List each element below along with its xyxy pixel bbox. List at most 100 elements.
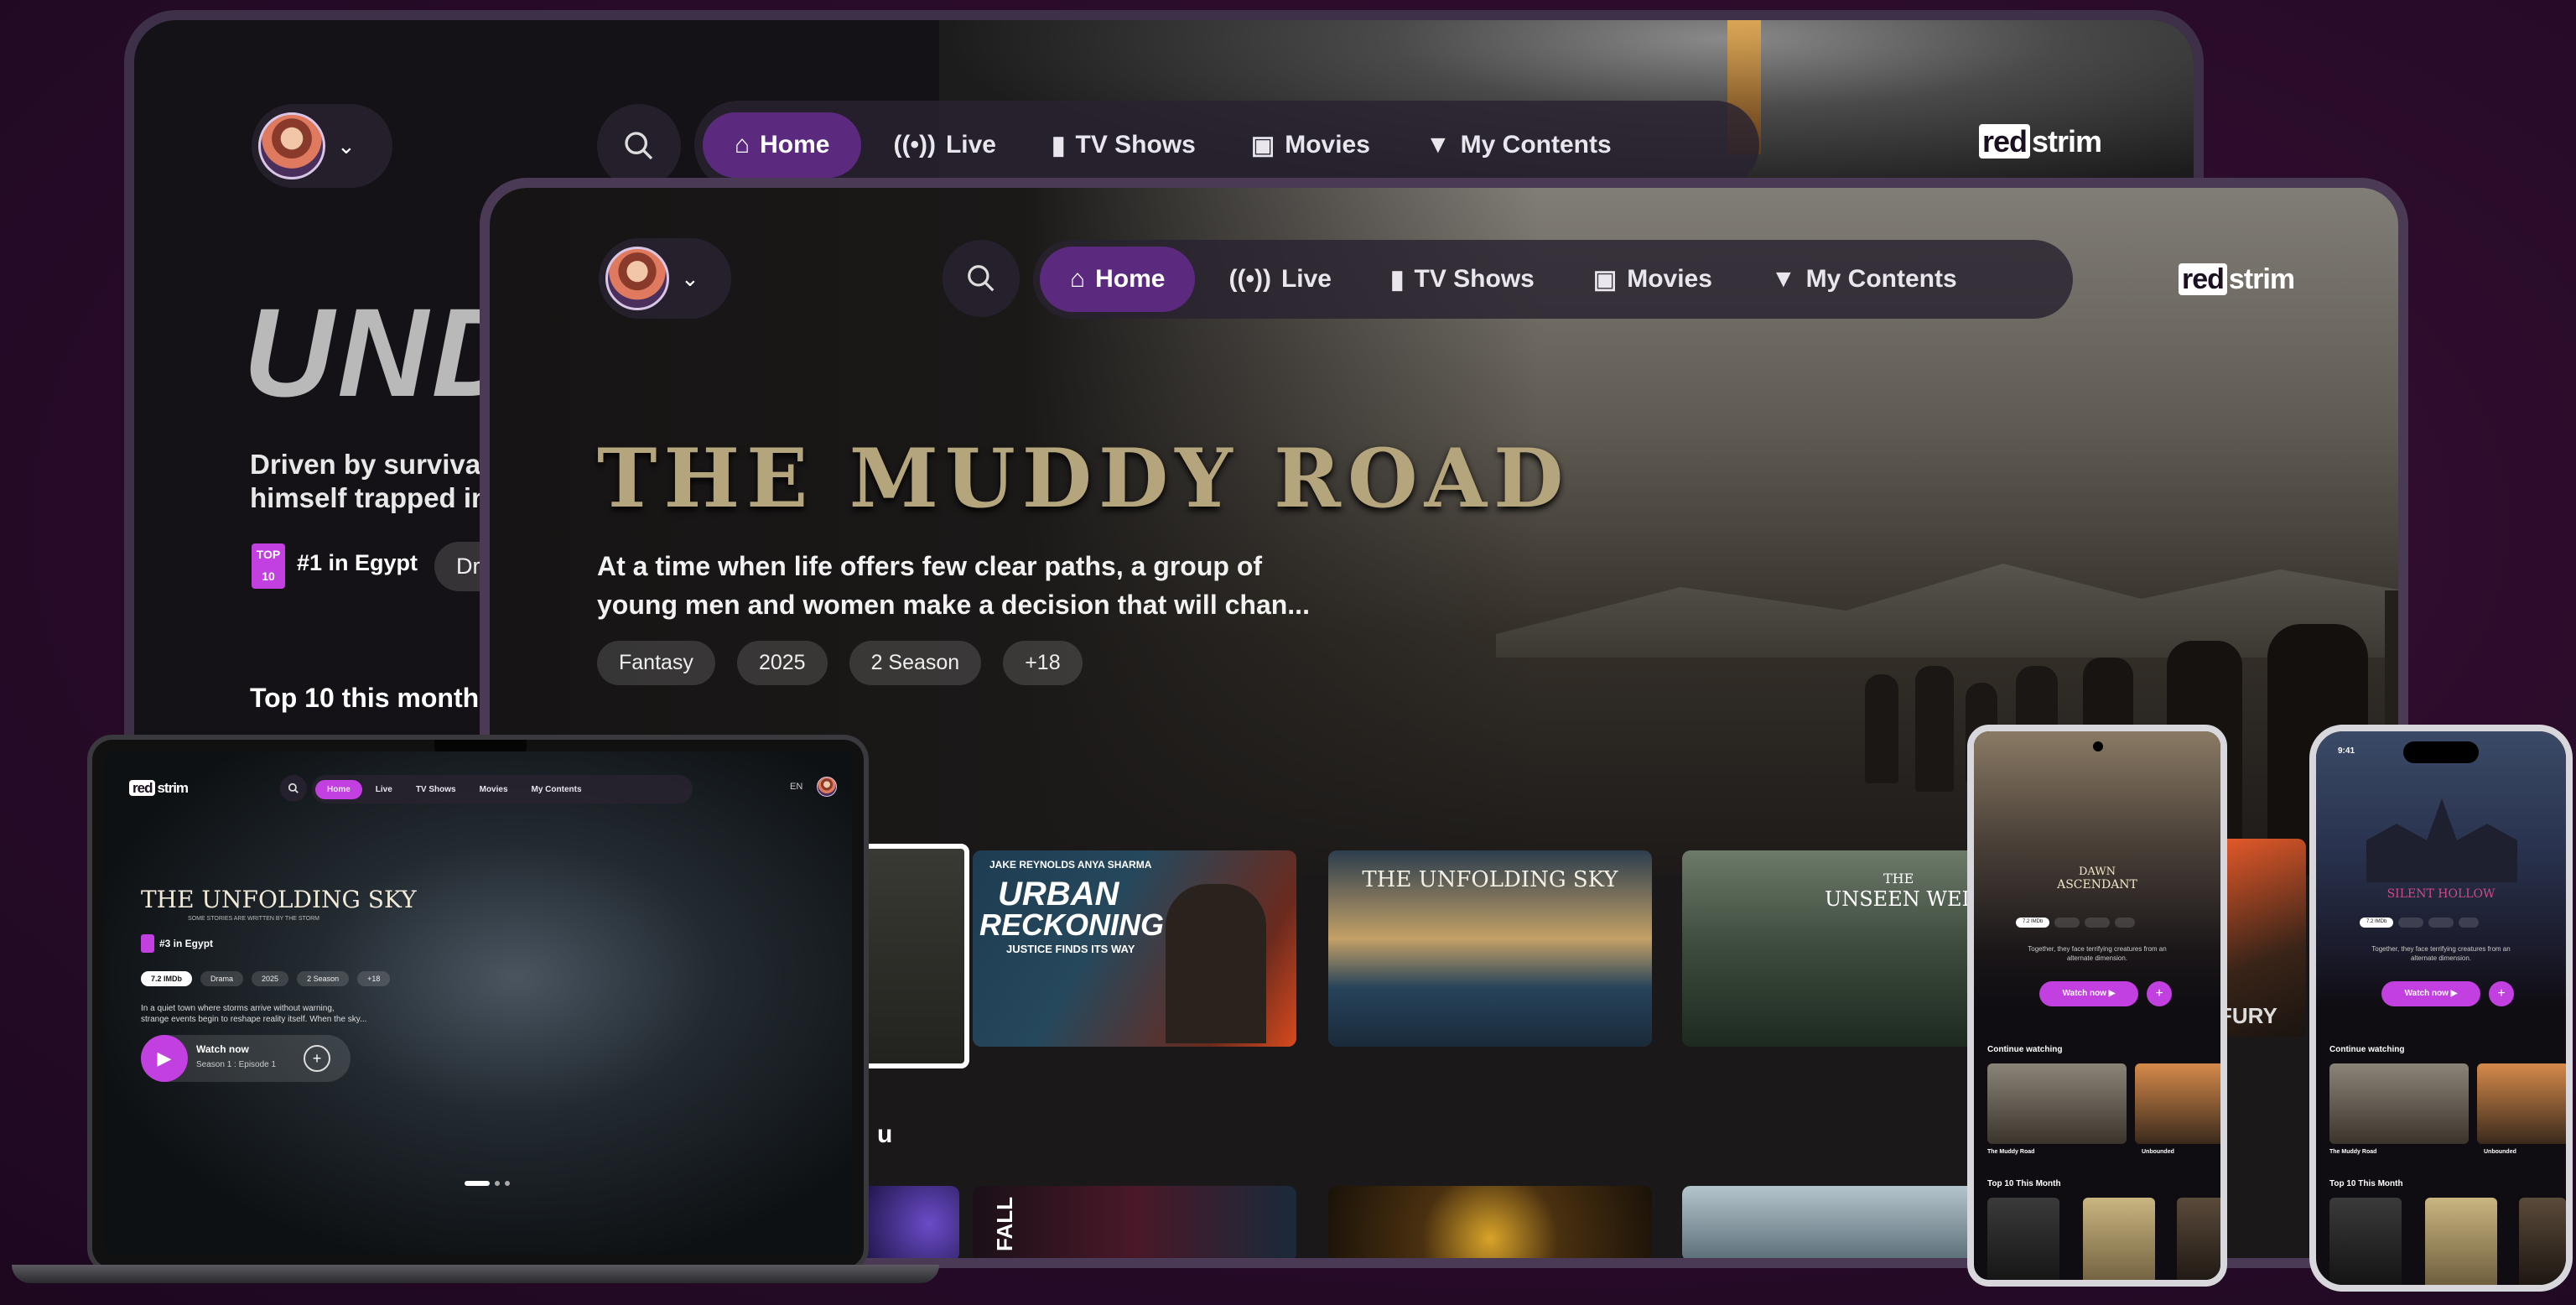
tab-movies[interactable]: ▣ Movies xyxy=(1228,112,1394,179)
search-icon xyxy=(625,132,653,160)
phone-android: DAWN ASCENDANT 7.2 IMDb Together, they fa… xyxy=(1967,725,2227,1287)
hero-tags: 7.2 IMDb xyxy=(2016,918,2136,928)
tab-home[interactable]: ⌂ Home xyxy=(703,112,862,178)
add-to-list-button[interactable]: + xyxy=(2489,981,2514,1006)
tab-live[interactable]: Live xyxy=(366,780,402,799)
section-title: Top 10 This Month xyxy=(2329,1179,2403,1188)
watch-now-button[interactable]: Watch now ▶ xyxy=(2381,981,2480,1006)
add-to-list-button[interactable]: + xyxy=(2147,981,2172,1006)
poster-card[interactable] xyxy=(1328,1186,1652,1258)
continue-card[interactable] xyxy=(1987,1063,2127,1144)
brand-logo: red strim xyxy=(1979,124,2102,159)
back-main-nav: ⌂ Home ((•)) Live ▮ TV Shows ▣ Movies ▼ My Co… xyxy=(694,101,1759,190)
avatar[interactable] xyxy=(817,777,837,797)
poster-card[interactable]: JAKE REYNOLDS ANYA SHARMA URBAN RECKONIN… xyxy=(973,850,1296,1047)
poster-title: RECKONING xyxy=(979,907,1165,942)
dot[interactable] xyxy=(495,1181,500,1186)
top10-card[interactable] xyxy=(2083,1198,2155,1280)
poster-title: FALL xyxy=(992,1197,1017,1251)
home-icon: ⌂ xyxy=(1070,265,1086,293)
poster-card-focused[interactable] xyxy=(859,844,969,1068)
tab-my-contents[interactable]: ▼ My Contents xyxy=(1746,247,1982,312)
poster-card[interactable] xyxy=(859,1186,959,1258)
dot-active[interactable] xyxy=(465,1181,490,1186)
carousel-dots[interactable] xyxy=(465,1181,510,1186)
rank-label: #3 in Egypt xyxy=(159,938,214,949)
search-button[interactable] xyxy=(597,104,681,188)
profile-switcher[interactable]: ⌄ xyxy=(252,104,392,188)
tag-chip xyxy=(2459,918,2480,928)
tab-tv-shows[interactable]: ▮ TV Shows xyxy=(1365,247,1560,313)
poster-card[interactable]: THE UNSEEN WEIGH xyxy=(1682,850,2006,1047)
tab-movies[interactable]: Movies xyxy=(470,780,518,799)
poster-credits: JAKE REYNOLDS ANYA SHARMA xyxy=(989,859,1152,871)
rating-chip: 7.2 IMDb xyxy=(2360,918,2394,928)
poster-card[interactable]: FALL xyxy=(973,1186,1296,1258)
live-icon: ((•)) xyxy=(1228,265,1271,293)
tab-home[interactable]: Home xyxy=(315,779,362,799)
tab-live[interactable]: ((•)) Live xyxy=(1203,247,1357,312)
tab-live[interactable]: ((•)) Live xyxy=(870,112,1020,178)
profile-switcher[interactable]: ⌄ xyxy=(599,238,731,319)
avatar xyxy=(605,247,669,310)
hero-title: THE UNFOLDING SKY xyxy=(141,886,417,913)
poster-card[interactable]: THE UNFOLDING SKY xyxy=(1328,850,1652,1047)
tab-home[interactable]: ⌂ Home xyxy=(1040,247,1196,312)
tv-icon: ▮ xyxy=(1051,131,1066,159)
rating-chip: 7.2 IMDb xyxy=(141,971,193,986)
continue-card[interactable] xyxy=(2477,1063,2566,1144)
hero-description: Together, they face terrifying creatures… xyxy=(2028,945,2167,962)
laptop: red strim Home Live TV Shows Movies My Co… xyxy=(87,735,869,1273)
hero-description: In a quiet town where storms arrive with… xyxy=(141,1004,367,1024)
back-hero-desc: Driven by survival a himself trapped in a xyxy=(250,449,512,513)
hero-title: THE MUDDY ROAD xyxy=(597,431,1571,526)
tab-my-contents[interactable]: My Contents xyxy=(522,780,592,799)
top10-card[interactable] xyxy=(2177,1198,2220,1280)
language-switcher[interactable]: EN xyxy=(790,782,802,792)
tag-chip xyxy=(2398,918,2424,928)
search-button[interactable] xyxy=(943,240,1020,317)
tag-chip: 2 Season xyxy=(849,641,982,685)
tab-tv-shows[interactable]: TV Shows xyxy=(406,780,466,799)
section-title: Top 10 this month xyxy=(250,683,480,713)
top10-card[interactable] xyxy=(2519,1198,2566,1285)
hero-subtitle: SOME STORIES ARE WRITTEN BY THE STORM xyxy=(188,916,320,922)
search-button[interactable] xyxy=(280,775,307,802)
continue-card[interactable] xyxy=(2135,1063,2220,1144)
section-title: Top 10 This Month xyxy=(1987,1179,2061,1188)
phone-ios: 9:41 SILENT HOLLOW 7.2 IMDb Together, th… xyxy=(2309,725,2573,1292)
bookmark-icon: ▼ xyxy=(1770,265,1796,293)
tag-chip: 2025 xyxy=(252,971,289,986)
top10-card[interactable] xyxy=(1987,1198,2059,1280)
card-title: Unbounded xyxy=(2484,1149,2516,1155)
tag-chip: 2025 xyxy=(736,641,828,685)
play-icon: ▶ xyxy=(141,1035,188,1082)
top10-card[interactable] xyxy=(2329,1198,2402,1285)
episode-label: Season 1 : Episode 1 xyxy=(196,1060,277,1069)
add-to-list-button[interactable]: + xyxy=(304,1045,330,1072)
hero-tags: 7.2 IMDb xyxy=(2360,918,2480,928)
search-icon xyxy=(968,265,995,292)
watch-now-label: Watch now xyxy=(196,1043,249,1055)
poster-card[interactable] xyxy=(1682,1186,2006,1258)
brand-logo: red strim xyxy=(129,780,189,797)
home-icon: ⌂ xyxy=(735,131,750,159)
laptop-base xyxy=(12,1265,939,1283)
continue-card[interactable] xyxy=(2329,1063,2469,1144)
watch-now-button[interactable]: Watch now ▶ xyxy=(2039,981,2138,1006)
tab-movies[interactable]: ▣ Movies xyxy=(1568,247,1737,313)
tag-chip: +18 xyxy=(1003,641,1083,685)
hero-tags: Fantasy 2025 2 Season +18 xyxy=(597,641,1083,685)
tab-my-contents[interactable]: ▼ My Contents xyxy=(1402,112,1635,178)
row2-label: u xyxy=(877,1120,893,1148)
tab-tv-shows[interactable]: ▮ TV Shows xyxy=(1028,112,1219,179)
poster-card[interactable]: FURY xyxy=(2214,839,2306,1037)
top10-card[interactable] xyxy=(2425,1198,2497,1285)
tag-chip xyxy=(2085,918,2111,928)
avatar xyxy=(258,112,325,179)
tag-chip: +18 xyxy=(357,971,391,986)
rating-chip: 7.2 IMDb xyxy=(2016,918,2050,928)
card-title: The Muddy Road xyxy=(1987,1149,2035,1155)
dot[interactable] xyxy=(505,1181,510,1186)
clapper-icon: ▣ xyxy=(1250,131,1275,159)
